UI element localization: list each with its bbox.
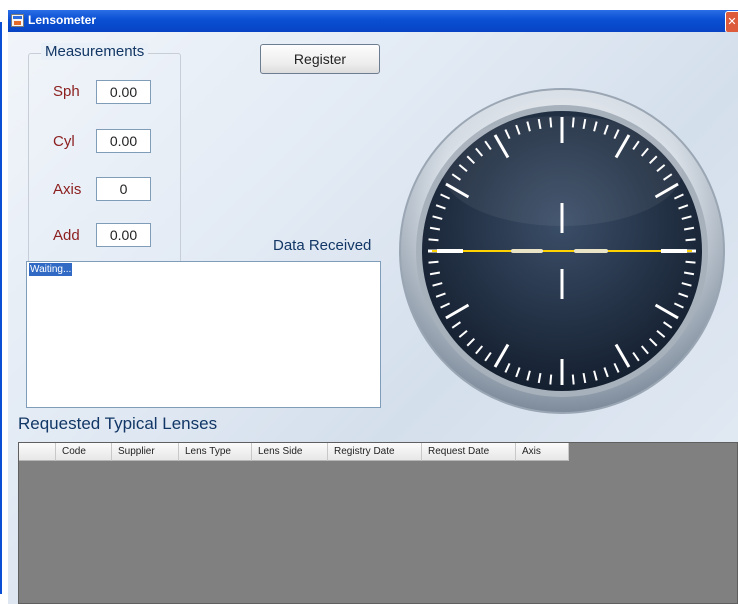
client-area: Measurements Sph 0.00 Cyl 0.00 Axis 0 Ad… xyxy=(8,32,738,604)
app-icon xyxy=(11,14,24,27)
column-lens-type[interactable]: Lens Type xyxy=(179,443,252,461)
axis-label: Axis xyxy=(53,181,82,198)
dial-tick xyxy=(428,260,439,264)
title-bar[interactable]: Lensometer ✕ xyxy=(8,10,738,33)
grid-header: Code Supplier Lens Type Lens Side Regist… xyxy=(19,443,569,461)
row-header-column[interactable] xyxy=(19,443,56,461)
add-label: Add xyxy=(53,227,80,244)
column-lens-side[interactable]: Lens Side xyxy=(252,443,328,461)
register-button[interactable]: Register xyxy=(260,44,380,74)
window-title: Lensometer xyxy=(28,13,97,27)
lensometer-dial-icon xyxy=(399,88,725,414)
sph-field[interactable]: 0.00 xyxy=(96,80,151,104)
data-received-textarea[interactable]: Waiting... xyxy=(26,261,381,408)
add-field[interactable]: 0.00 xyxy=(96,223,151,247)
measurements-group: Measurements Sph 0.00 Cyl 0.00 Axis 0 Ad… xyxy=(28,43,181,267)
dial-tick xyxy=(571,374,575,385)
column-code[interactable]: Code xyxy=(56,443,112,461)
window-left-border xyxy=(0,22,2,594)
column-request-date[interactable]: Request Date xyxy=(422,443,516,461)
axis-field[interactable]: 0 xyxy=(96,177,151,201)
measurements-title: Measurements xyxy=(41,43,149,60)
column-registry-date[interactable]: Registry Date xyxy=(328,443,422,461)
sph-label: Sph xyxy=(53,83,80,100)
dial-tick xyxy=(428,238,439,242)
lensometer-window: Lensometer ✕ Measurements Sph 0.00 Cyl 0… xyxy=(8,10,738,604)
close-button[interactable]: ✕ xyxy=(725,11,738,33)
column-axis[interactable]: Axis xyxy=(516,443,569,461)
dial-tick xyxy=(685,238,696,242)
cyl-label: Cyl xyxy=(53,133,75,150)
cyl-field[interactable]: 0.00 xyxy=(96,129,151,153)
lenses-grid[interactable]: Code Supplier Lens Type Lens Side Regist… xyxy=(18,442,738,604)
waiting-text: Waiting... xyxy=(29,263,73,276)
column-supplier[interactable]: Supplier xyxy=(112,443,179,461)
requested-lenses-title: Requested Typical Lenses xyxy=(18,414,218,433)
data-received-label: Data Received xyxy=(273,237,372,254)
dial-tick xyxy=(685,260,696,264)
dial-tick xyxy=(549,374,553,385)
